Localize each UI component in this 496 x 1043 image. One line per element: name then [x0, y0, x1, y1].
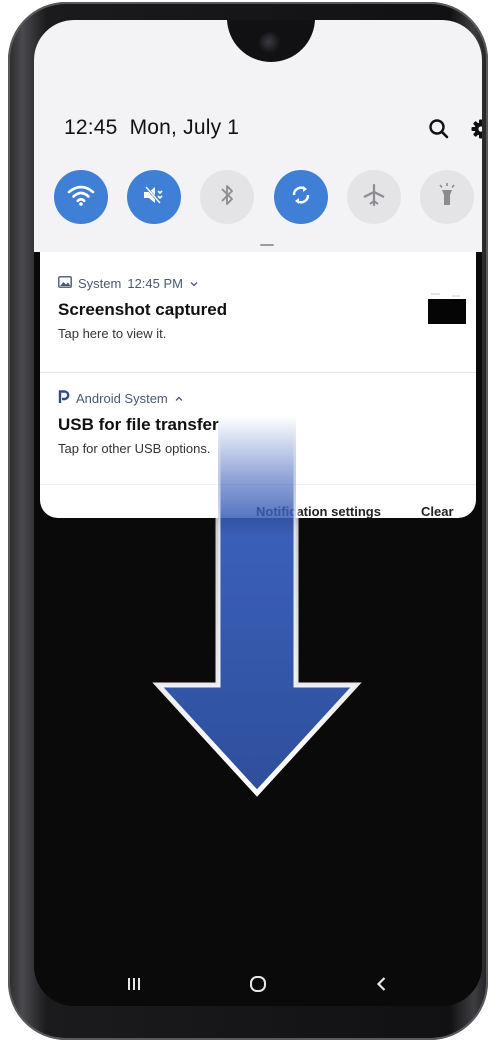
navigation-bar [34, 968, 482, 1004]
home-button[interactable] [238, 968, 278, 1004]
notification-body: Tap here to view it. [58, 326, 167, 341]
notification-card: System 12:45 PM Screenshot captured Tap … [40, 252, 476, 519]
sound-toggle[interactable] [127, 170, 181, 224]
android-system-icon [58, 389, 70, 407]
notification-actions: Notification settings Clear [40, 504, 476, 524]
notification-title: Screenshot captured [58, 300, 228, 319]
panel-drag-handle[interactable] [260, 244, 274, 246]
bluetooth-toggle[interactable] [200, 170, 254, 224]
notification-time: 12:45 PM [127, 275, 183, 291]
airplane-toggle[interactable] [347, 170, 401, 224]
flashlight-icon [435, 181, 459, 214]
notification-header: System 12:45 PM [58, 274, 458, 292]
actions-divider [40, 484, 476, 485]
notification-settings-button[interactable]: Notification settings [256, 504, 381, 519]
notification-usb[interactable]: Android System USB for file transfer Tap… [58, 389, 458, 456]
bluetooth-icon [215, 182, 239, 213]
search-icon[interactable] [426, 116, 452, 142]
gear-icon[interactable] [468, 116, 482, 142]
screen: 12:45 Mon, July 1 System 12:45 PM Screen… [34, 20, 482, 1006]
expand-icon[interactable] [189, 276, 199, 291]
clock: 12:45 Mon, July 1 [64, 116, 239, 140]
notification-header: Android System [58, 389, 458, 407]
clear-button[interactable]: Clear [421, 504, 454, 519]
phone-frame: 12:45 Mon, July 1 System 12:45 PM Screen… [8, 2, 488, 1040]
airplane-icon [361, 182, 387, 213]
recents-icon [125, 975, 143, 998]
screenshot-thumbnail[interactable] [428, 292, 466, 324]
status-row: 12:45 Mon, July 1 [64, 116, 482, 146]
auto-rotate-icon [288, 182, 314, 213]
home-icon [248, 974, 268, 999]
notification-app-name: Android System [76, 390, 168, 406]
clock-time: 12:45 [64, 116, 118, 139]
quick-settings-row [54, 170, 474, 230]
notification-app-name: System [78, 275, 122, 291]
notification-body: Tap for other USB options. [58, 441, 211, 456]
wifi-icon [67, 183, 95, 212]
back-button[interactable] [362, 968, 402, 1004]
clock-date: Mon, July 1 [129, 116, 240, 139]
image-icon [58, 275, 72, 291]
collapse-icon[interactable] [174, 391, 184, 406]
notification-screenshot[interactable]: System 12:45 PM Screenshot captured Tap … [58, 274, 458, 342]
notification-title: USB for file transfer [58, 415, 219, 434]
notification-divider [40, 372, 476, 373]
recents-button[interactable] [114, 968, 154, 1004]
auto-rotate-toggle[interactable] [274, 170, 328, 224]
back-icon [373, 975, 391, 998]
front-camera [259, 32, 281, 54]
flashlight-toggle[interactable] [420, 170, 474, 224]
mute-icon [140, 183, 168, 212]
wifi-toggle[interactable] [54, 170, 108, 224]
